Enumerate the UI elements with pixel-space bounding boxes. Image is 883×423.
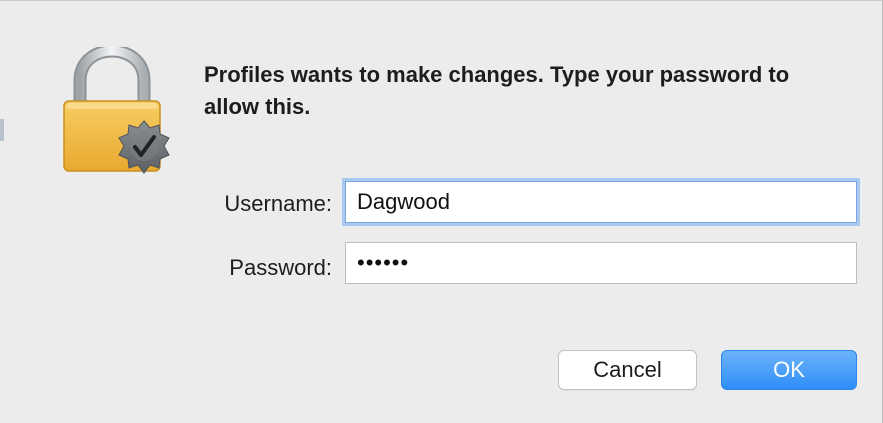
password-label: Password: — [229, 255, 332, 280]
dialog-message: Profiles wants to make changes. Type you… — [204, 62, 790, 119]
authorization-dialog: Profiles wants to make changes. Type you… — [0, 0, 883, 423]
username-field[interactable] — [345, 181, 857, 223]
password-field[interactable] — [345, 242, 857, 284]
username-label: Username: — [224, 191, 332, 216]
cancel-button[interactable]: Cancel — [558, 350, 697, 390]
ok-button[interactable]: OK — [721, 350, 857, 390]
window-edge-fragment — [0, 119, 4, 141]
lock-badge-icon — [58, 44, 178, 181]
